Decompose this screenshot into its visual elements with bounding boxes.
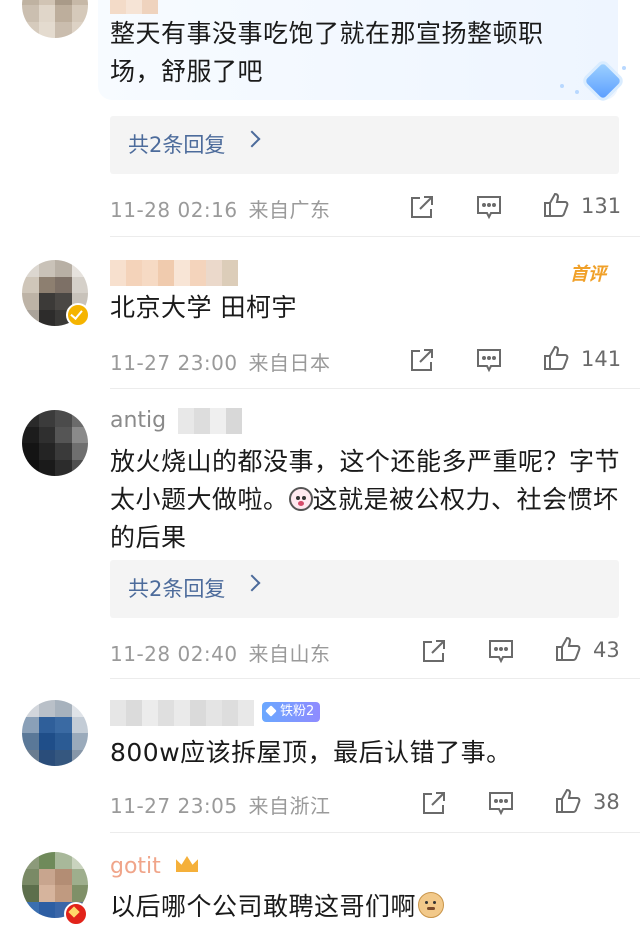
avatar[interactable] (22, 410, 88, 476)
comment-text: 800w应该拆屋顶，最后认错了事。 (110, 738, 512, 767)
share-icon[interactable] (407, 345, 437, 375)
replies-label: 共2条回复 (128, 133, 226, 157)
like-icon[interactable] (553, 786, 583, 816)
comment-text: 放火烧山的都没事，这个还能多严重呢？字节太小题大做啦。 这就是被公权力、社会惯坏的… (110, 443, 625, 557)
location: 来自日本 (248, 351, 331, 375)
fan-level-badge: 铁粉2 (262, 702, 321, 722)
blurred-username (110, 260, 238, 286)
comment-2: 首评 北京大学 田柯宇 11-27 23:00 来自日本 141 (0, 236, 640, 388)
crown-icon (176, 856, 198, 872)
blurred-username (178, 408, 242, 434)
comment-text: 以后哪个公司敢聘这哥们啊 (110, 888, 625, 926)
username[interactable]: antig (110, 408, 166, 433)
comment-meta: 11-27 23:05 来自浙江 (110, 790, 330, 819)
location: 来自浙江 (248, 794, 331, 818)
verified-badge-icon (66, 303, 90, 327)
blurred-username (110, 700, 254, 726)
like-icon[interactable] (541, 190, 571, 220)
first-comment-badge: 首评 (570, 264, 606, 285)
shocked-face-emoji (288, 487, 313, 511)
comment-text: 整天有事没事吃饱了就在那宣扬整顿职场，舒服了吧 (110, 19, 544, 86)
doge-emoji (418, 892, 445, 918)
avatar[interactable] (22, 0, 88, 38)
verified-badge-icon (64, 902, 88, 926)
chevron-right-icon (243, 130, 261, 148)
chevron-right-icon (243, 574, 261, 592)
share-icon[interactable] (407, 192, 437, 222)
comment-4: 铁粉2 800w应该拆屋顶，最后认错了事。 11-27 23:05 来自浙江 3… (0, 678, 640, 830)
like-icon[interactable] (541, 343, 571, 373)
comment-5: gotit 以后哪个公司敢聘这哥们啊 (0, 832, 640, 943)
like-count: 43 (593, 638, 620, 662)
share-icon[interactable] (419, 788, 449, 818)
timestamp: 11-28 02:40 (110, 642, 238, 666)
timestamp: 11-27 23:00 (110, 351, 238, 375)
view-replies-button[interactable]: 共2条回复 (110, 560, 619, 618)
comment-meta: 11-27 23:00 来自日本 (110, 347, 330, 376)
username-fragment: antig (110, 408, 167, 433)
blurred-username (110, 0, 158, 14)
comment-1: 整天有事没事吃饱了就在那宣扬整顿职场，舒服了吧 共2条回复 11-28 02:1… (0, 0, 640, 236)
replies-label: 共2条回复 (128, 577, 226, 601)
comment-3: antig 放火烧山的都没事，这个还能多严重呢？字节太小题大做啦。 这就是被公权力… (0, 388, 640, 678)
timestamp: 11-27 23:05 (110, 794, 238, 818)
comment-icon[interactable] (474, 192, 504, 222)
comment-text: 北京大学 田柯宇 (110, 293, 297, 322)
location: 来自广东 (248, 198, 331, 222)
username[interactable]: gotit (110, 854, 161, 879)
comment-meta: 11-28 02:16 来自广东 (110, 194, 330, 223)
comment-icon[interactable] (474, 345, 504, 375)
comment-meta: 11-28 02:40 来自山东 (110, 638, 330, 667)
like-count: 141 (581, 347, 622, 371)
comment-icon[interactable] (486, 636, 516, 666)
like-count: 38 (593, 790, 620, 814)
like-count: 131 (581, 194, 622, 218)
timestamp: 11-28 02:16 (110, 198, 238, 222)
like-icon[interactable] (553, 634, 583, 664)
comment-icon[interactable] (486, 788, 516, 818)
username-fragment: gotit (110, 854, 161, 879)
avatar[interactable] (22, 700, 88, 766)
comment-text-body: 以后哪个公司敢聘这哥们啊 (110, 892, 417, 921)
location: 来自山东 (248, 642, 331, 666)
view-replies-button[interactable]: 共2条回复 (110, 116, 619, 174)
share-icon[interactable] (419, 636, 449, 666)
